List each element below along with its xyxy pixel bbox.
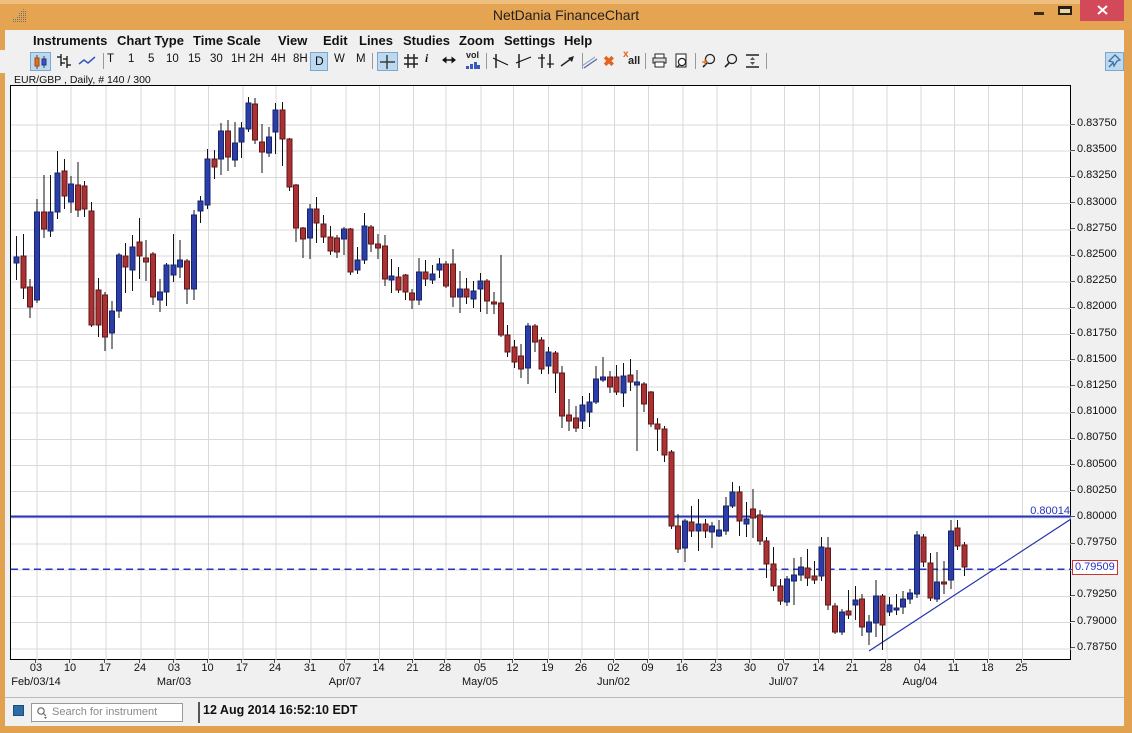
svg-text:0.80014: 0.80014 [1030, 505, 1070, 517]
